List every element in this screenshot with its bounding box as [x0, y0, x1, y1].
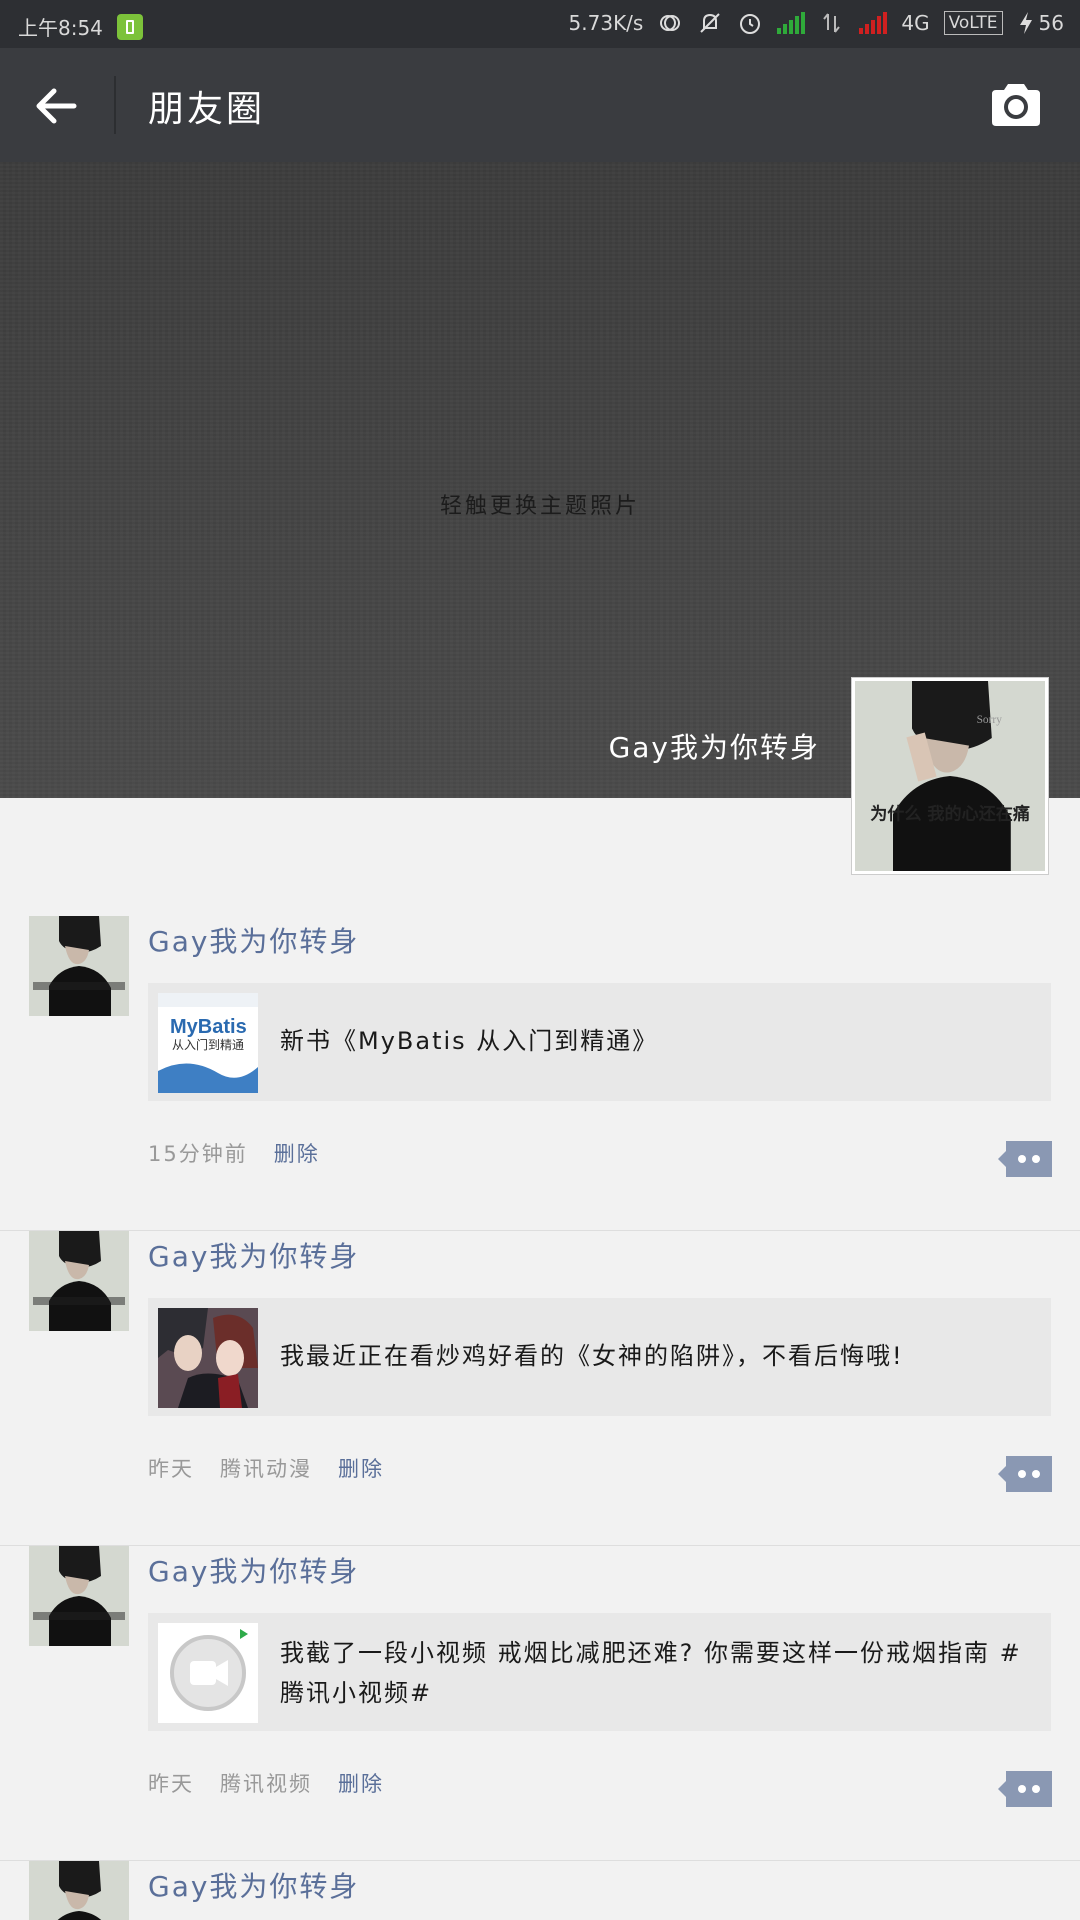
- comment-bubble-icon[interactable]: [998, 1141, 1052, 1177]
- status-time: 上午8:54: [18, 16, 103, 40]
- battery-level: 56: [1038, 11, 1064, 35]
- avatar-caption: 为什么 我的心还在痛: [870, 804, 1030, 825]
- feed-post: Gay我为你转身: [0, 1861, 1080, 1920]
- post-user-name[interactable]: Gay我为你转身: [148, 1865, 359, 1905]
- post-time: 昨天: [148, 1772, 194, 1796]
- shared-link-card[interactable]: 我截了一段小视频 戒烟比减肥还难? 你需要这样一份戒烟指南 #腾讯小视频#: [148, 1613, 1051, 1731]
- battery-app-icon: [116, 13, 143, 40]
- delete-link[interactable]: 删除: [274, 1138, 320, 1168]
- alarm-icon: [740, 14, 761, 34]
- delete-link[interactable]: 删除: [338, 1453, 384, 1483]
- card-text: 新书《MyBatis 从入门到精通》: [280, 1027, 659, 1055]
- post-avatar[interactable]: [29, 1231, 129, 1331]
- post-avatar[interactable]: [29, 1861, 129, 1920]
- page-title: 朋友圈: [148, 89, 266, 130]
- card-text: 我最近正在看炒鸡好看的《女神的陷阱》，不看后悔哦!: [280, 1342, 904, 1370]
- app-bar: 朋友圈: [0, 48, 1080, 162]
- post-avatar[interactable]: [29, 916, 129, 1016]
- video-thumbnail: [158, 1623, 258, 1723]
- thumb-subtitle: 从入门到精通: [172, 1037, 244, 1052]
- charging-icon: [1019, 12, 1032, 34]
- cover-user-name: Gay我为你转身: [608, 731, 820, 764]
- feed-post: Gay我为你转身 我截了一段小视频 戒烟比减肥还难? 你需要这样一份戒烟指南 #…: [0, 1546, 1080, 1861]
- post-meta: 15分钟前 删除: [148, 1138, 320, 1168]
- comment-bubble-icon[interactable]: [998, 1771, 1052, 1807]
- post-user-name[interactable]: Gay我为你转身: [148, 920, 359, 960]
- post-time: 15分钟前: [148, 1142, 248, 1166]
- sync-icon: [660, 15, 681, 31]
- signal-bars-2-icon: [859, 12, 888, 34]
- post-user-name[interactable]: Gay我为你转身: [148, 1550, 359, 1590]
- post-time: 昨天: [148, 1457, 194, 1481]
- card-text: 我截了一段小视频 戒烟比减肥还难? 你需要这样一份戒烟指南 #腾讯小视频#: [280, 1639, 1022, 1707]
- post-meta: 昨天 腾讯动漫 删除: [148, 1453, 384, 1483]
- network-type: 4G: [901, 11, 930, 35]
- status-bar: 上午8:54 5.73K/s 4G VoLTE 56: [0, 0, 1080, 48]
- post-meta: 昨天 腾讯视频 删除: [148, 1768, 384, 1798]
- avatar-image: Sorry 为什么 我的心还在痛: [855, 681, 1045, 871]
- shared-link-card[interactable]: 我最近正在看炒鸡好看的《女神的陷阱》，不看后悔哦!: [148, 1298, 1051, 1416]
- profile-avatar[interactable]: Sorry 为什么 我的心还在痛: [851, 677, 1049, 875]
- feed-post: Gay我为你转身 我最近正在看炒鸡好看的《女神的陷阱》，不看后悔哦! 昨天 腾讯…: [0, 1231, 1080, 1546]
- delete-link[interactable]: 删除: [338, 1768, 384, 1798]
- post-user-name[interactable]: Gay我为你转身: [148, 1235, 359, 1275]
- comic-thumbnail: [158, 1308, 258, 1408]
- comment-bubble-icon[interactable]: [998, 1456, 1052, 1492]
- book-cover-thumbnail: MyBatis 从入门到精通: [158, 993, 258, 1093]
- mute-bell-icon: [700, 13, 721, 33]
- signal-bars-1-icon: [777, 12, 806, 34]
- thumb-title: MyBatis: [170, 1016, 247, 1038]
- post-source[interactable]: 腾讯动漫: [220, 1453, 312, 1483]
- camera-icon[interactable]: [988, 82, 1044, 128]
- post-source[interactable]: 腾讯视频: [220, 1768, 312, 1798]
- post-avatar[interactable]: [29, 1546, 129, 1646]
- cover-hint[interactable]: 轻触更换主题照片: [0, 488, 1080, 520]
- network-speed: 5.73K/s: [568, 11, 644, 35]
- feed-post: Gay我为你转身 MyBatis 从入门到精通 新书《MyBatis 从入门到精…: [0, 916, 1080, 1231]
- appbar-divider: [114, 76, 116, 134]
- back-arrow-icon[interactable]: [30, 78, 86, 134]
- shared-link-card[interactable]: MyBatis 从入门到精通 新书《MyBatis 从入门到精通》: [148, 983, 1051, 1101]
- volte-badge: VoLTE: [943, 11, 1003, 35]
- data-transfer-icon: [823, 13, 841, 33]
- svg-text:Sorry: Sorry: [977, 714, 1003, 726]
